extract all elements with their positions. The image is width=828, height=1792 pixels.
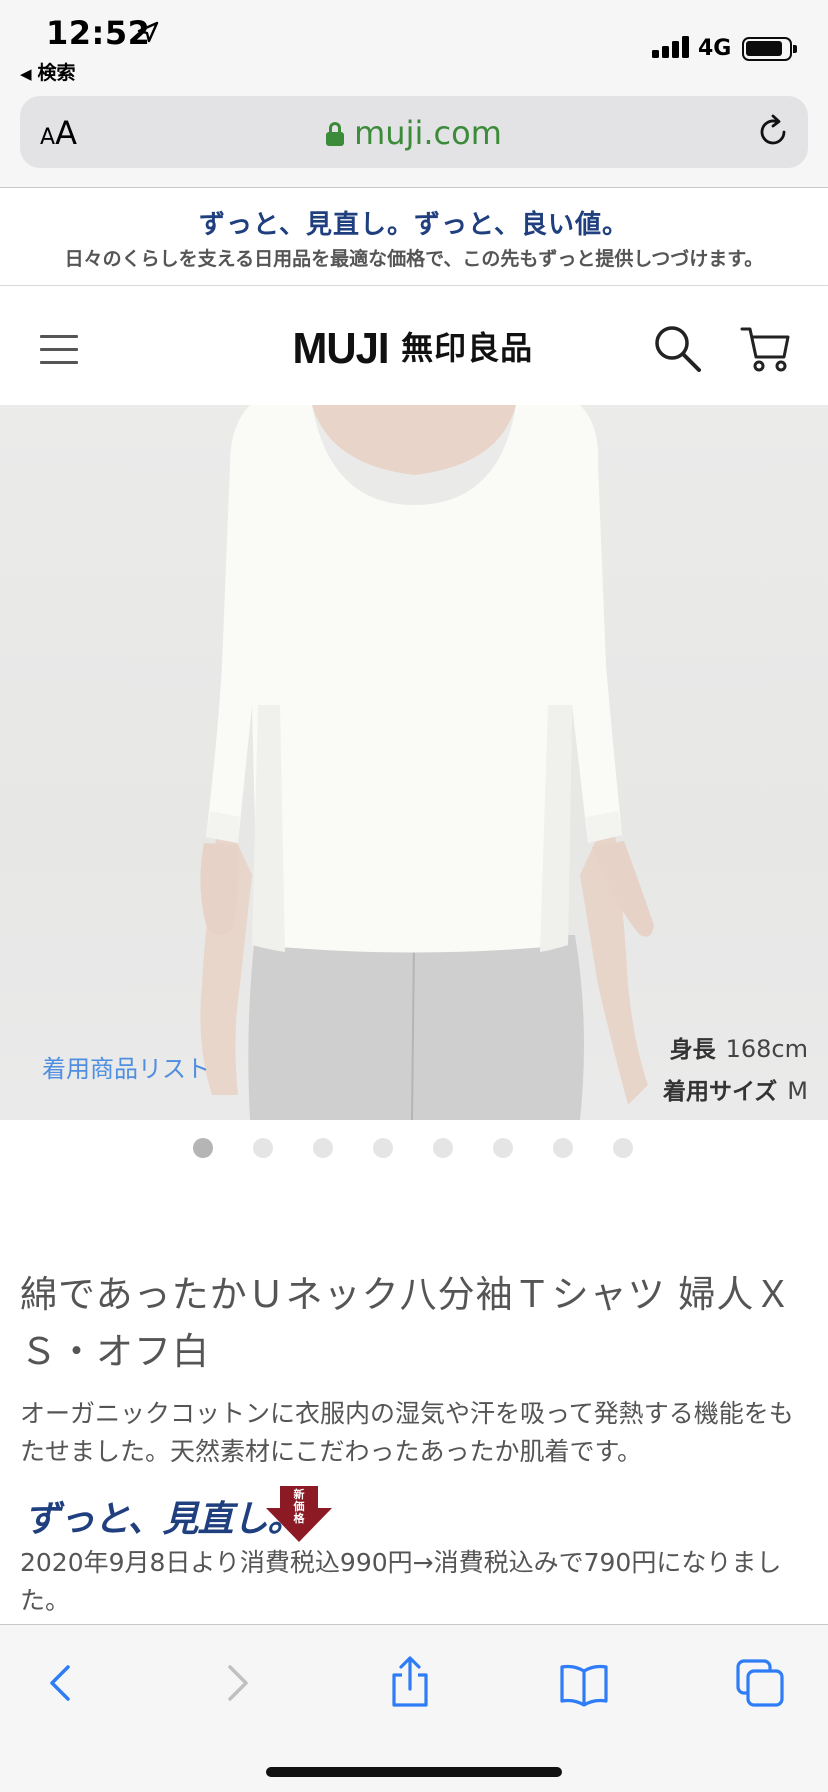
tabs-icon[interactable] <box>730 1653 790 1713</box>
product-image-carousel[interactable]: 着用商品リスト 身長 168cm 着用サイズ M <box>0 405 828 1120</box>
back-to-app-label: 検索 <box>37 62 76 84</box>
promo-subtitle: 日々のくらしを支える日用品を最適な価格で、この先もずっと提供しつづけます。 <box>64 248 764 270</box>
back-triangle-icon: ◀ <box>20 65 32 83</box>
model-height: 身長 168cm <box>670 1030 808 1064</box>
cart-icon[interactable] <box>740 323 794 373</box>
promo-title: ずっと、見直し。ずっと、良い値。 <box>199 210 629 240</box>
new-price-arrow-text: 新価格 <box>293 1487 306 1525</box>
model-height-value: 168cm <box>725 1035 808 1063</box>
status-bar: 12:52 ◀ 検索 4G <box>0 0 828 88</box>
back-icon[interactable] <box>32 1653 92 1713</box>
browser-address-area: AA muji.com <box>0 88 828 188</box>
carousel-dot-6[interactable] <box>493 1138 513 1158</box>
model-size: 着用サイズ M <box>663 1072 808 1106</box>
carousel-dot-5[interactable] <box>433 1138 453 1158</box>
bookmarks-icon[interactable] <box>554 1653 614 1713</box>
home-indicator[interactable] <box>266 1767 562 1777</box>
reload-icon[interactable] <box>754 113 792 151</box>
battery-icon <box>742 37 797 61</box>
back-to-app-link[interactable]: ◀ 検索 <box>20 58 76 85</box>
search-icon[interactable] <box>652 323 704 375</box>
address-bar[interactable]: AA muji.com <box>20 96 808 168</box>
product-photo <box>200 405 654 1120</box>
signal-icon <box>652 36 690 58</box>
model-size-value: M <box>787 1077 808 1105</box>
status-time: 12:52 <box>46 14 151 52</box>
location-arrow-icon <box>137 21 159 43</box>
new-price-arrow-icon: 新価格 <box>266 1486 332 1542</box>
url-text: muji.com <box>354 114 502 152</box>
product-title: 綿であったかＵネック八分袖Ｔシャツ 婦人ＸＳ・オフ白 <box>20 1273 793 1373</box>
hamburger-icon[interactable] <box>40 335 78 365</box>
carousel-dot-3[interactable] <box>313 1138 333 1158</box>
muji-logo[interactable]: MUJI 無印良品 <box>290 323 533 374</box>
network-type: 4G <box>698 36 732 61</box>
carousel-dot-8[interactable] <box>613 1138 633 1158</box>
logo-en: MUJI <box>292 324 390 373</box>
share-icon[interactable] <box>380 1653 440 1713</box>
model-size-label: 着用サイズ <box>662 1079 778 1105</box>
carousel-dot-7[interactable] <box>553 1138 573 1158</box>
model-height-label: 身長 <box>669 1037 716 1063</box>
site-header: MUJI 無印良品 <box>0 287 828 405</box>
forward-icon[interactable] <box>206 1653 266 1713</box>
badge-text: ずっと、見直し。 <box>24 1499 304 1540</box>
lock-icon <box>326 122 345 146</box>
promo-banner[interactable]: ずっと、見直し。ずっと、良い値。 日々のくらしを支える日用品を最適な価格で、この… <box>0 188 828 286</box>
carousel-dot-2[interactable] <box>253 1138 273 1158</box>
carousel-dot-1[interactable] <box>193 1138 213 1158</box>
price-change-note: 2020年9月8日より消費税込990円→消費税込みで790円になりました。 <box>20 1548 782 1615</box>
worn-items-link[interactable]: 着用商品リスト <box>42 1049 210 1084</box>
carousel-dot-4[interactable] <box>373 1138 393 1158</box>
url-display[interactable]: muji.com <box>20 114 808 152</box>
browser-toolbar <box>0 1624 828 1792</box>
logo-jp: 無印良品 <box>401 330 534 366</box>
product-description: オーガニックコットンに衣服内の湿気や汗を吸って発熱する機能をもたせました。天然素… <box>20 1399 794 1466</box>
